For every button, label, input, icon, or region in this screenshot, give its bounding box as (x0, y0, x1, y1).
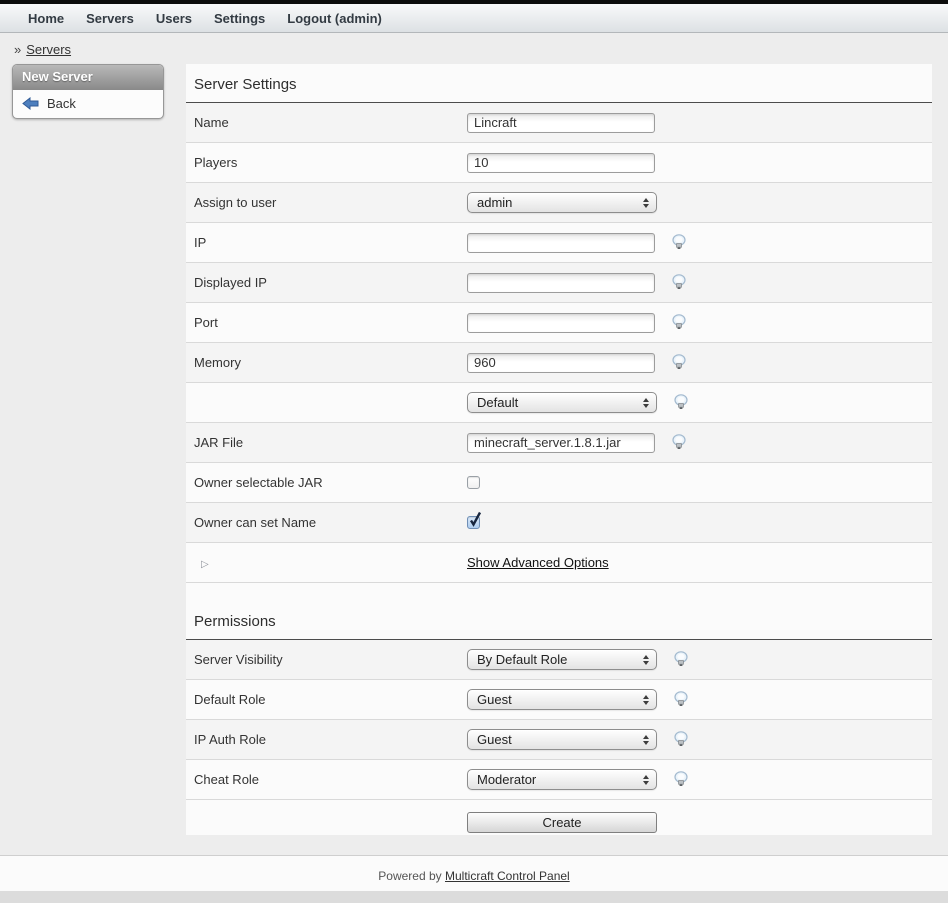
row-server-visibility: Server Visibility By Default Role (186, 640, 932, 680)
help-icon[interactable] (673, 771, 689, 788)
field-label-ip: IP (194, 235, 467, 250)
sidebar-title: New Server (13, 65, 163, 90)
owner-selectable-jar-checkbox[interactable] (467, 476, 480, 489)
row-displayed-ip: Displayed IP (186, 263, 932, 303)
row-assign-to-user: Assign to user admin (186, 183, 932, 223)
field-label-owner-selectable-jar: Owner selectable JAR (194, 475, 467, 490)
displayed-ip-input[interactable] (467, 273, 655, 293)
server-visibility-value: By Default Role (477, 652, 567, 667)
field-label-jar-file: JAR File (194, 435, 467, 450)
multicraft-link[interactable]: Multicraft Control Panel (445, 869, 570, 883)
assign-to-user-select[interactable]: admin (467, 192, 657, 213)
nav-item-home[interactable]: Home (28, 11, 64, 26)
row-jar-file: JAR File (186, 423, 932, 463)
field-label-memory: Memory (194, 355, 467, 370)
section-server-settings: Server Settings Name Players Assign to u… (186, 64, 932, 583)
show-advanced-options-link[interactable]: Show Advanced Options (467, 555, 609, 570)
port-input[interactable] (467, 313, 655, 333)
field-label-cheat-role: Cheat Role (194, 772, 467, 787)
help-icon[interactable] (671, 314, 687, 331)
row-port: Port (186, 303, 932, 343)
help-icon[interactable] (671, 354, 687, 371)
ip-auth-role-value: Guest (477, 732, 512, 747)
row-memory-preset: Default (186, 383, 932, 423)
row-advanced-options: ▷ Show Advanced Options (186, 543, 932, 583)
footer: Powered by Multicraft Control Panel (0, 855, 948, 891)
help-icon[interactable] (673, 651, 689, 668)
breadcrumb: » Servers (0, 33, 948, 57)
help-icon[interactable] (673, 394, 689, 411)
select-arrows-icon (643, 398, 649, 408)
select-arrows-icon (643, 695, 649, 705)
sidebar-panel: New Server Back (12, 64, 164, 119)
nav-item-servers[interactable]: Servers (86, 11, 134, 26)
nav-item-settings[interactable]: Settings (214, 11, 265, 26)
select-arrows-icon (643, 775, 649, 785)
select-arrows-icon (643, 735, 649, 745)
help-icon[interactable] (671, 274, 687, 291)
field-label-assign-to-user: Assign to user (194, 195, 467, 210)
ip-input[interactable] (467, 233, 655, 253)
nav-item-logout[interactable]: Logout (admin) (287, 11, 382, 26)
nav-item-users[interactable]: Users (156, 11, 192, 26)
assign-to-user-value: admin (477, 195, 512, 210)
section-title-server-settings: Server Settings (186, 64, 932, 103)
create-row: Create (186, 812, 932, 835)
cheat-role-value: Moderator (477, 772, 536, 787)
back-label: Back (47, 96, 76, 111)
help-icon[interactable] (671, 434, 687, 451)
row-default-role: Default Role Guest (186, 680, 932, 720)
section-title-permissions: Permissions (186, 601, 932, 640)
field-label-players: Players (194, 155, 467, 170)
field-label-owner-can-set-name: Owner can set Name (194, 515, 467, 530)
row-owner-can-set-name: Owner can set Name (186, 503, 932, 543)
field-label-port: Port (194, 315, 467, 330)
default-role-select[interactable]: Guest (467, 689, 657, 710)
bottom-strip (0, 891, 948, 903)
row-name: Name (186, 103, 932, 143)
field-label-server-visibility: Server Visibility (194, 652, 467, 667)
server-visibility-select[interactable]: By Default Role (467, 649, 657, 670)
help-icon[interactable] (673, 691, 689, 708)
memory-preset-select[interactable]: Default (467, 392, 657, 413)
jar-file-input[interactable] (467, 433, 655, 453)
sidebar-item-back[interactable]: Back (13, 90, 163, 118)
memory-preset-value: Default (477, 395, 518, 410)
main-content: Server Settings Name Players Assign to u… (186, 64, 932, 835)
row-cheat-role: Cheat Role Moderator (186, 760, 932, 800)
field-label-displayed-ip: Displayed IP (194, 275, 467, 290)
row-owner-selectable-jar: Owner selectable JAR (186, 463, 932, 503)
select-arrows-icon (643, 655, 649, 665)
field-label-name: Name (194, 115, 467, 130)
owner-can-set-name-checkbox[interactable] (467, 516, 480, 529)
help-icon[interactable] (671, 234, 687, 251)
cheat-role-select[interactable]: Moderator (467, 769, 657, 790)
row-memory: Memory (186, 343, 932, 383)
back-arrow-icon (22, 97, 39, 110)
main-navbar: Home Servers Users Settings Logout (admi… (0, 4, 948, 33)
row-ip: IP (186, 223, 932, 263)
field-label-default-role: Default Role (194, 692, 467, 707)
name-input[interactable] (467, 113, 655, 133)
default-role-value: Guest (477, 692, 512, 707)
footer-text: Powered by (378, 869, 445, 883)
create-button[interactable]: Create (467, 812, 657, 833)
disclosure-triangle-icon[interactable]: ▷ (194, 559, 209, 570)
ip-auth-role-select[interactable]: Guest (467, 729, 657, 750)
help-icon[interactable] (673, 731, 689, 748)
field-label-ip-auth-role: IP Auth Role (194, 732, 467, 747)
memory-input[interactable] (467, 353, 655, 373)
section-permissions: Permissions Server Visibility By Default… (186, 601, 932, 800)
row-players: Players (186, 143, 932, 183)
row-ip-auth-role: IP Auth Role Guest (186, 720, 932, 760)
select-arrows-icon (643, 198, 649, 208)
breadcrumb-servers-link[interactable]: Servers (26, 42, 71, 57)
breadcrumb-separator: » (14, 42, 21, 57)
players-input[interactable] (467, 153, 655, 173)
